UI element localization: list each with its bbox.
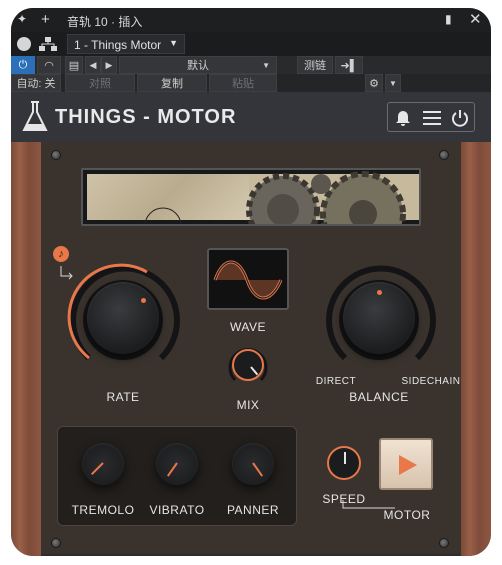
paste-button[interactable]: 粘贴 xyxy=(209,74,277,92)
bypass-power-icon[interactable]: ⏻ xyxy=(11,56,35,74)
next-preset-icon[interactable]: ▶ xyxy=(101,56,117,74)
left-wood-panel xyxy=(11,142,41,556)
gear-outline-icon xyxy=(144,207,182,224)
rate-knob[interactable] xyxy=(87,282,159,354)
plugin-title: THINGS - MOTOR xyxy=(55,106,237,128)
close-icon[interactable]: ✕ xyxy=(469,10,482,28)
tremolo-knob[interactable] xyxy=(82,443,124,485)
sidechain-button-label: 测链 xyxy=(304,60,326,72)
vibrato-knob-pointer xyxy=(167,462,178,477)
right-wood-panel xyxy=(461,142,491,556)
gears-icon xyxy=(246,171,419,224)
panner-label: PANNER xyxy=(226,503,280,517)
chevron-down-icon: ▼ xyxy=(262,60,270,70)
automation-button[interactable]: 自动: 关 xyxy=(11,74,61,92)
motor-button[interactable] xyxy=(379,438,433,490)
paste-label: 粘贴 xyxy=(232,78,254,90)
speed-knob[interactable] xyxy=(327,446,361,480)
screw-icon xyxy=(51,150,61,160)
balance-knob[interactable] xyxy=(343,282,415,354)
preset-dropdown[interactable]: 默认 ▼ xyxy=(119,56,277,74)
gear-icon[interactable]: ⚙ xyxy=(365,74,383,92)
bell-icon[interactable] xyxy=(394,109,412,127)
mix-label: MIX xyxy=(236,398,260,412)
add-icon[interactable]: + xyxy=(41,11,50,28)
prev-preset-icon[interactable]: ◀ xyxy=(85,56,101,74)
preset-name: 默认 xyxy=(187,60,209,72)
direct-label: DIRECT xyxy=(315,376,357,387)
track-bar: 1 - Things Motor ▼ xyxy=(11,32,491,56)
main-panel: ♪ RATE WAVE MIX DIRECT SIDECHAIN BALANCE… xyxy=(41,142,461,554)
panner-knob-pointer xyxy=(252,462,263,477)
rate-label: RATE xyxy=(106,390,140,404)
window-title: 音轨 10 · 插入 xyxy=(67,15,143,29)
panner-knob[interactable] xyxy=(232,443,274,485)
wave-label: WAVE xyxy=(229,320,266,334)
power-icon[interactable] xyxy=(450,108,470,128)
sine-wave-icon xyxy=(213,260,283,300)
modulation-box: TREMOLO VIBRATO PANNER xyxy=(57,426,297,526)
sidechain-label: SIDECHAIN xyxy=(401,376,461,387)
menu-icon[interactable] xyxy=(422,109,442,127)
rate-knob-indicator xyxy=(141,298,146,303)
tremolo-knob-pointer xyxy=(90,462,104,476)
power-toggle-icon[interactable] xyxy=(17,37,31,51)
screw-icon xyxy=(51,538,61,548)
mix-knob[interactable] xyxy=(232,349,264,381)
screw-icon xyxy=(439,150,449,160)
motor-label: MOTOR xyxy=(383,508,431,522)
preset-list-icon[interactable]: ▤ xyxy=(65,56,83,74)
plugin-header: THINGS - MOTOR xyxy=(11,92,491,142)
play-icon xyxy=(399,455,417,475)
header-button-group xyxy=(387,102,475,132)
tremolo-label: TREMOLO xyxy=(71,503,135,517)
balance-label: BALANCE xyxy=(349,390,409,404)
screw-icon xyxy=(439,538,449,548)
chevron-down-icon[interactable]: ▼ xyxy=(385,74,401,92)
track-preset-name: 1 - Things Motor xyxy=(74,38,162,52)
sidechain-button[interactable]: 测链 xyxy=(297,56,333,74)
vibrato-label: VIBRATO xyxy=(149,503,205,517)
automation-label: 自动: 关 xyxy=(16,78,56,90)
balance-knob-indicator xyxy=(377,290,382,295)
plugin-window: ✦ + 音轨 10 · 插入 ▮ ✕ 1 - Things Motor ▼ ⏻ … xyxy=(11,8,491,556)
compare-label: 对照 xyxy=(89,78,111,90)
sidechain-input-icon[interactable]: ➜▌ xyxy=(335,56,363,74)
mix-knob-pointer xyxy=(250,366,259,376)
preset-bar: ⏻ ◠ ▤ ◀ ▶ 默认 ▼ 测链 ➜▌ xyxy=(11,56,491,74)
host-titlebar: ✦ + 音轨 10 · 插入 ▮ ✕ xyxy=(11,8,491,32)
track-preset-selector[interactable]: 1 - Things Motor ▼ xyxy=(67,34,185,54)
copy-label: 复制 xyxy=(161,78,183,90)
vibrato-knob[interactable] xyxy=(156,443,198,485)
compare-button[interactable]: 对照 xyxy=(65,74,135,92)
chevron-down-icon: ▼ xyxy=(169,38,178,48)
pin-icon[interactable]: ✦ xyxy=(17,12,27,26)
edit-bar: 自动: 关 对照 复制 粘贴 ⚙ ▼ xyxy=(11,74,491,92)
flask-logo-icon xyxy=(22,101,48,131)
monitor-icon[interactable]: ◠ xyxy=(37,56,61,74)
routing-icon[interactable] xyxy=(39,36,57,52)
copy-button[interactable]: 复制 xyxy=(137,74,207,92)
speed-knob-pointer xyxy=(344,452,346,464)
gear-display xyxy=(81,168,421,226)
wave-button[interactable] xyxy=(207,248,289,310)
pin-window-icon[interactable]: ▮ xyxy=(445,12,452,26)
